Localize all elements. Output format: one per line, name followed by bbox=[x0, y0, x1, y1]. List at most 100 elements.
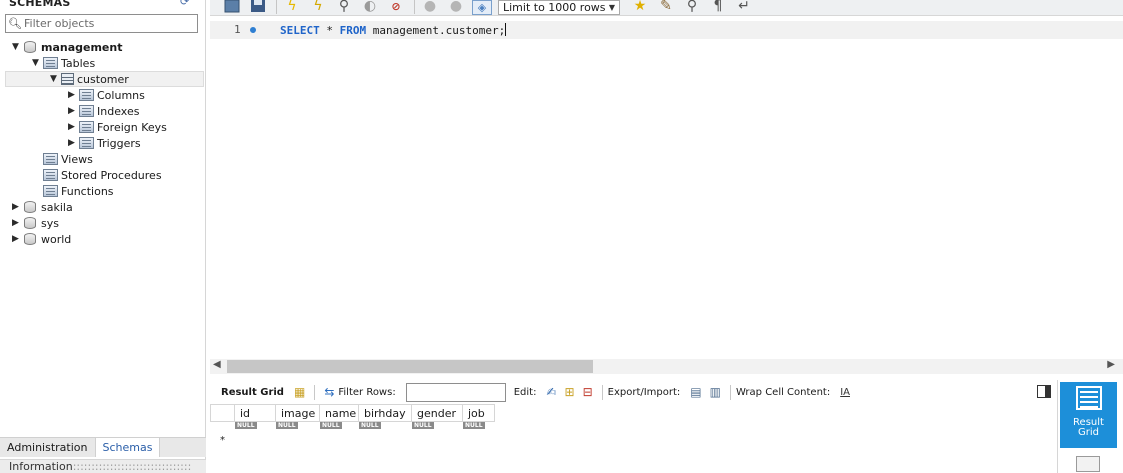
chevron-down-icon: ▼ bbox=[608, 3, 615, 12]
column-header-gender[interactable]: gender bbox=[412, 404, 463, 422]
find-magnifier-icon[interactable]: ⚲ bbox=[682, 0, 702, 15]
schema-label: world bbox=[41, 232, 72, 246]
tree-node-sys[interactable]: ▶ sys bbox=[0, 215, 206, 231]
invisible-chars-icon[interactable]: ¶ bbox=[708, 0, 728, 15]
scrollbar-thumb[interactable] bbox=[227, 360, 593, 373]
column-header-image[interactable]: image bbox=[276, 404, 320, 422]
scroll-left-arrow-icon[interactable]: ◀ bbox=[213, 359, 221, 370]
expanded-arrow-icon[interactable]: ▼ bbox=[30, 58, 41, 69]
schemas-title: SCHEMAS bbox=[9, 0, 71, 9]
tree-node-triggers[interactable]: ▶ Triggers bbox=[0, 135, 206, 151]
tree-node-indexes[interactable]: ▶ Indexes bbox=[0, 103, 206, 119]
add-snippet-star-icon[interactable]: ★ bbox=[630, 0, 650, 15]
column-header-job[interactable]: job bbox=[463, 404, 495, 422]
filter-objects-box[interactable]: 🔍︎ bbox=[5, 14, 198, 33]
toggle-side-panel-icon[interactable] bbox=[1037, 385, 1051, 398]
tree-node-sakila[interactable]: ▶ sakila bbox=[0, 199, 206, 215]
auto-commit-icon[interactable]: ◈ bbox=[472, 0, 492, 15]
delete-row-icon[interactable]: ⊟ bbox=[583, 385, 593, 399]
import-icon[interactable]: ▥ bbox=[710, 385, 721, 399]
foreign-keys-folder-icon bbox=[79, 121, 94, 133]
triggers-folder-icon bbox=[79, 137, 94, 149]
tree-node-foreign-keys[interactable]: ▶ Foreign Keys bbox=[0, 119, 206, 135]
stop-icon[interactable]: ◐ bbox=[360, 0, 380, 15]
wrap-cell-content-label: Wrap Cell Content: bbox=[735, 386, 831, 398]
collapsed-arrow-icon[interactable]: ▶ bbox=[10, 218, 21, 229]
collapsed-arrow-icon[interactable]: ▶ bbox=[66, 90, 77, 101]
column-header-name[interactable]: name bbox=[320, 404, 359, 422]
commit-icon[interactable]: ● bbox=[420, 0, 440, 15]
procedures-folder-icon bbox=[43, 169, 58, 181]
database-icon bbox=[24, 201, 36, 213]
refresh-icon[interactable]: ⇆ bbox=[324, 385, 334, 399]
refresh-schemas-icon[interactable]: ⟳ bbox=[180, 0, 194, 8]
filter-objects-input[interactable] bbox=[24, 15, 194, 32]
form-editor-icon[interactable] bbox=[1076, 456, 1100, 472]
toggle-error-icon[interactable]: ⊘ bbox=[386, 0, 406, 15]
grid-cell[interactable]: NULL bbox=[235, 422, 276, 434]
editor-horizontal-scrollbar[interactable]: ◀ ▶ bbox=[210, 359, 1123, 374]
rollback-icon[interactable]: ● bbox=[446, 0, 466, 15]
column-header-id[interactable]: id bbox=[235, 404, 276, 422]
insert-row-icon[interactable]: ⊞ bbox=[565, 385, 575, 399]
expanded-arrow-icon[interactable]: ▼ bbox=[10, 42, 21, 53]
scroll-right-arrow-icon[interactable]: ▶ bbox=[1107, 359, 1115, 370]
navigator-sidebar: SCHEMAS ⟳ 🔍︎ ▼ management ▼ Tables ▼ cus… bbox=[0, 0, 206, 473]
grid-cell[interactable]: NULL bbox=[412, 422, 463, 434]
grid-cell[interactable]: NULL bbox=[463, 422, 495, 434]
sql-keyword: FROM bbox=[339, 24, 367, 37]
execute-lightning-icon[interactable]: ϟ bbox=[282, 0, 302, 15]
limit-rows-select[interactable]: Limit to 1000 rows ▼ bbox=[498, 0, 620, 15]
null-badge: NULL bbox=[276, 422, 298, 429]
sql-code-line[interactable]: SELECT * FROM management.customer; bbox=[280, 23, 507, 37]
collapsed-arrow-icon[interactable]: ▶ bbox=[66, 138, 77, 149]
tree-node-views[interactable]: Views bbox=[0, 151, 206, 167]
information-panel-header[interactable]: Information:::::::::::::::::::::::::::::… bbox=[0, 459, 206, 473]
explain-magnifier-icon[interactable]: ⚲ bbox=[334, 0, 354, 15]
divider bbox=[601, 384, 603, 400]
tree-node-tables[interactable]: ▼ Tables bbox=[0, 55, 206, 71]
null-badge: NULL bbox=[463, 422, 485, 429]
collapsed-arrow-icon[interactable]: ▶ bbox=[66, 106, 77, 117]
column-header-birhday[interactable]: birhday bbox=[359, 404, 412, 422]
collapsed-arrow-icon[interactable]: ▶ bbox=[66, 122, 77, 133]
table-icon bbox=[61, 73, 74, 85]
wrap-cell-icon[interactable]: IA bbox=[840, 387, 850, 398]
wrap-lines-icon[interactable]: ↵ bbox=[734, 0, 754, 15]
result-grid-button-line2: Grid bbox=[1078, 427, 1099, 438]
sql-editor[interactable]: 1 SELECT * FROM management.customer; bbox=[210, 16, 1123, 359]
tree-node-columns[interactable]: ▶ Columns bbox=[0, 87, 206, 103]
tab-administration[interactable]: Administration bbox=[0, 438, 95, 457]
export-icon[interactable]: ▤ bbox=[690, 385, 701, 399]
information-label: Information bbox=[9, 460, 73, 473]
filter-rows-input[interactable] bbox=[405, 382, 506, 402]
grid-cell[interactable]: NULL bbox=[359, 422, 412, 434]
grid-cell[interactable]: NULL bbox=[276, 422, 320, 434]
tree-node-customer[interactable]: ▼ customer bbox=[5, 71, 204, 87]
table-row[interactable]: NULL NULL NULL NULL NULL NULL bbox=[210, 422, 495, 434]
tree-node-stored-procedures[interactable]: Stored Procedures bbox=[0, 167, 206, 183]
tab-schemas[interactable]: Schemas bbox=[94, 438, 161, 457]
save-icon[interactable] bbox=[248, 0, 268, 15]
collapsed-arrow-icon[interactable]: ▶ bbox=[10, 202, 21, 213]
expanded-arrow-icon[interactable]: ▼ bbox=[48, 74, 59, 85]
sql-keyword: SELECT bbox=[280, 24, 320, 37]
grid-layout-icon[interactable]: ▦ bbox=[294, 385, 305, 399]
tree-node-world[interactable]: ▶ world bbox=[0, 231, 206, 247]
new-row[interactable]: * bbox=[210, 434, 495, 446]
null-badge: NULL bbox=[359, 422, 381, 429]
workbench-window: SCHEMAS ⟳ 🔍︎ ▼ management ▼ Tables ▼ cus… bbox=[0, 0, 1123, 473]
grid-corner[interactable] bbox=[210, 404, 235, 422]
execute-statement-icon[interactable]: ϟ bbox=[308, 0, 328, 15]
collapsed-arrow-icon[interactable]: ▶ bbox=[10, 234, 21, 245]
database-icon bbox=[24, 217, 36, 229]
beautify-brush-icon[interactable]: ✎ bbox=[656, 0, 676, 15]
edit-row-icon[interactable]: ✍ bbox=[546, 385, 556, 399]
result-grid-button[interactable]: Result Grid bbox=[1060, 382, 1117, 448]
grid-cell[interactable]: NULL bbox=[320, 422, 359, 434]
tree-node-management[interactable]: ▼ management bbox=[0, 39, 206, 55]
sql-token: * bbox=[319, 24, 340, 37]
tree-node-functions[interactable]: Functions bbox=[0, 183, 206, 199]
schema-label: sys bbox=[41, 216, 59, 230]
open-file-icon[interactable] bbox=[222, 0, 242, 15]
